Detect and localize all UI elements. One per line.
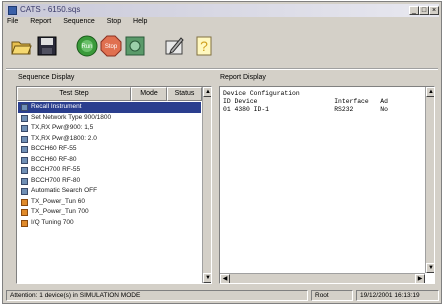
sequence-row[interactable]: BCCH60 RF-80 bbox=[18, 155, 201, 166]
instrument-icon bbox=[21, 188, 28, 195]
sequence-row[interactable]: BCCH60 RF-55 bbox=[18, 144, 201, 155]
close-icon[interactable]: × bbox=[429, 6, 439, 15]
scroll-right-icon[interactable]: ▶ bbox=[415, 274, 425, 283]
test-icon bbox=[21, 198, 28, 206]
sequence-row[interactable]: I/Q Tuning 700 bbox=[18, 218, 201, 229]
report-display-label: Report Display bbox=[220, 74, 266, 81]
toolbar-separator bbox=[6, 68, 438, 69]
menu-sequence[interactable]: Sequence bbox=[63, 18, 95, 25]
column-header-mode[interactable]: Mode bbox=[131, 87, 167, 101]
scroll-down-icon[interactable]: ▼ bbox=[426, 263, 434, 273]
sequence-row[interactable]: Automatic Search OFF bbox=[18, 186, 201, 197]
report-vertical-scrollbar[interactable]: ▲ ▼ bbox=[425, 87, 434, 273]
report-line: ID Device Interface Ad bbox=[223, 98, 388, 105]
sequence-row[interactable]: TX_Power_Tun 700 bbox=[18, 207, 201, 218]
report-line: Device Configuration bbox=[223, 90, 300, 97]
options-icon[interactable] bbox=[124, 35, 146, 57]
menu-stop[interactable]: Stop bbox=[107, 18, 121, 25]
title-bar[interactable]: CATS - 6150.sqs _ □ × bbox=[5, 4, 439, 17]
scroll-left-icon[interactable]: ◀ bbox=[220, 274, 230, 283]
scroll-down-icon[interactable]: ▼ bbox=[203, 273, 211, 283]
status-datetime: 19/12/2001 16:13:19 bbox=[356, 290, 439, 301]
instrument-icon bbox=[21, 177, 28, 185]
maximize-icon[interactable]: □ bbox=[419, 6, 429, 15]
open-icon[interactable] bbox=[10, 35, 32, 57]
app-icon bbox=[8, 6, 17, 15]
sequence-row[interactable]: Recall Instrument bbox=[18, 102, 201, 113]
menu-file[interactable]: File bbox=[7, 18, 18, 25]
sequence-row[interactable]: BCCH700 RF-55 bbox=[18, 165, 201, 176]
column-header-test-step[interactable]: Test Step bbox=[17, 87, 131, 101]
menu-help[interactable]: Help bbox=[133, 18, 147, 25]
report-line: 01 4380 ID-1 RS232 No bbox=[223, 106, 388, 113]
svg-text:Run: Run bbox=[81, 44, 92, 50]
report-horizontal-scrollbar[interactable]: ◀ ▶ bbox=[220, 273, 425, 283]
instrument-icon bbox=[21, 125, 28, 132]
instrument-icon bbox=[21, 135, 28, 143]
sequence-row[interactable]: BCCH700 RF-80 bbox=[18, 176, 201, 187]
save-icon[interactable] bbox=[36, 35, 58, 57]
column-header-status[interactable]: Status bbox=[167, 87, 202, 101]
instrument-icon bbox=[21, 146, 28, 153]
help-icon[interactable]: ? bbox=[193, 35, 215, 57]
scroll-up-icon[interactable]: ▲ bbox=[203, 87, 211, 97]
sequence-row[interactable]: TX_Power_Tun 60 bbox=[18, 197, 201, 208]
window-title: CATS - 6150.sqs bbox=[20, 5, 81, 14]
report-display[interactable]: Device Configuration ID Device Interface… bbox=[219, 86, 435, 284]
status-bar: Attention: 1 device(s) in SIMULATION MOD… bbox=[6, 290, 440, 302]
run-icon[interactable]: Run bbox=[76, 35, 98, 57]
sequence-row[interactable]: TX,RX Pwr@900: 1,5 bbox=[18, 123, 201, 134]
sequence-row[interactable]: TX,RX Pwr@1800: 2.0 bbox=[18, 134, 201, 145]
toolbar: Run Stop ? bbox=[7, 32, 437, 66]
stop-icon[interactable]: Stop bbox=[100, 35, 122, 57]
sequence-scrollbar[interactable]: ▲ ▼ bbox=[202, 87, 211, 283]
application-window: CATS - 6150.sqs _ □ × File Report Sequen… bbox=[2, 1, 442, 304]
edit-icon[interactable] bbox=[163, 35, 185, 57]
instrument-icon bbox=[21, 167, 28, 174]
minimize-icon[interactable]: _ bbox=[409, 6, 419, 15]
svg-text:?: ? bbox=[200, 38, 208, 54]
sequence-display-label: Sequence Display bbox=[18, 74, 75, 81]
menu-bar: File Report Sequence Stop Help bbox=[7, 18, 157, 29]
instrument-icon bbox=[21, 156, 28, 164]
instrument-icon bbox=[21, 114, 28, 122]
sequence-list[interactable]: Test Step Mode Status Recall Instrument … bbox=[16, 86, 212, 284]
scroll-up-icon[interactable]: ▲ bbox=[426, 87, 434, 97]
instrument-icon bbox=[21, 104, 28, 111]
sequence-row[interactable]: Set Network Type 900/1800 bbox=[18, 113, 201, 124]
status-message: Attention: 1 device(s) in SIMULATION MOD… bbox=[6, 290, 308, 301]
test-icon bbox=[21, 209, 28, 216]
menu-report[interactable]: Report bbox=[30, 18, 51, 25]
svg-text:Stop: Stop bbox=[105, 44, 118, 50]
test-icon bbox=[21, 219, 28, 227]
status-user: Root bbox=[311, 290, 353, 301]
